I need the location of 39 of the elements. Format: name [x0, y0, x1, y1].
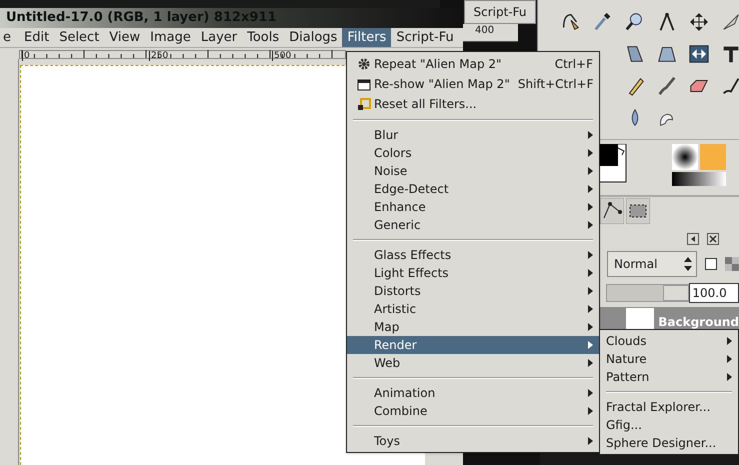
menu-item[interactable]: View: [104, 28, 146, 47]
menu-item[interactable]: Glass Effects: [347, 246, 599, 264]
menu-item[interactable]: Toys: [347, 432, 599, 450]
menu-item[interactable]: Generic: [347, 216, 599, 234]
menu-item[interactable]: Noise: [347, 162, 599, 180]
menu-item[interactable]: Blur: [347, 126, 599, 144]
menu-item[interactable]: Repeat "Alien Map 2" Ctrl+F: [347, 54, 599, 74]
menu-item[interactable]: Image: [145, 28, 196, 47]
menu-item[interactable]: Re-show "Alien Map 2" Shift+Ctrl+F: [347, 74, 599, 94]
menu-item[interactable]: Edit: [19, 28, 54, 47]
ruler-label: 400: [475, 24, 494, 38]
menu-item[interactable]: Layer: [196, 28, 242, 47]
menu-item[interactable]: Render: [347, 336, 599, 354]
menu-item[interactable]: Dialogs: [284, 28, 342, 47]
menu-item[interactable]: Reset all Filters...: [347, 94, 599, 114]
menu-item[interactable]: Tools: [242, 28, 284, 47]
menu-item[interactable]: Gfig...: [600, 416, 738, 434]
mode-dropdown[interactable]: Normal: [607, 251, 698, 277]
menu-item[interactable]: Distorts: [347, 282, 599, 300]
menu-item[interactable]: Sphere Designer...: [600, 434, 738, 452]
menu-item[interactable]: Nature: [600, 350, 738, 368]
menu-item[interactable]: Script-Fu: [391, 28, 459, 47]
menu-item[interactable]: Edge-Detect: [347, 180, 599, 198]
shortcut-label: Shift+Ctrl+F: [518, 76, 594, 93]
menu-item[interactable]: Light Effects: [347, 264, 599, 282]
layer-name: Background: [658, 314, 739, 331]
menu-item[interactable]: Web: [347, 354, 599, 372]
menu-item[interactable]: Pattern: [600, 368, 738, 386]
menu-item[interactable]: e: [0, 28, 19, 47]
menu-item[interactable]: Enhance: [347, 198, 599, 216]
menu-item[interactable]: Combine: [347, 402, 599, 420]
menu-item[interactable]: Colors: [347, 144, 599, 162]
menu-item[interactable]: Filters: [342, 28, 392, 47]
opacity-field[interactable]: 100.0: [689, 283, 739, 303]
menu-item[interactable]: Fractal Explorer...: [600, 398, 738, 416]
tab[interactable]: Script-Fu: [464, 0, 536, 24]
shortcut-label: Ctrl+F: [554, 56, 593, 73]
menu-item[interactable]: Animation: [347, 384, 599, 402]
menu-item[interactable]: Select: [54, 28, 104, 47]
